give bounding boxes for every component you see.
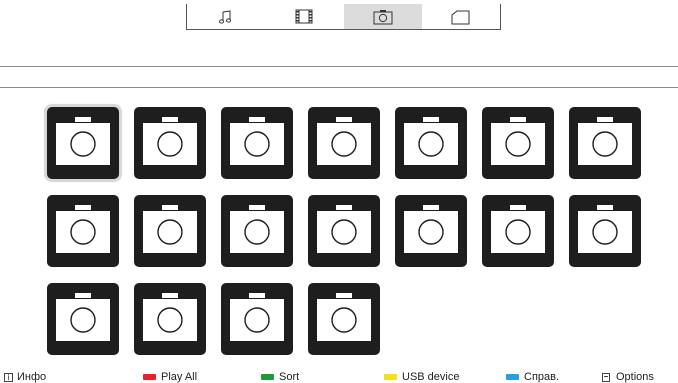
legend-green[interactable]: Sort — [261, 371, 299, 383]
legend-options[interactable]: Options — [602, 371, 654, 383]
divider-bottom — [0, 87, 678, 88]
legend-blue-label: Справ. — [524, 371, 560, 383]
photo-thumbnail[interactable] — [134, 195, 206, 267]
camera-icon — [317, 117, 371, 165]
legend-green-label: Sort — [279, 371, 300, 383]
camera-icon — [317, 205, 371, 253]
photo-thumbnail[interactable] — [395, 107, 467, 179]
yellow-key-swatch — [384, 374, 397, 380]
options-icon — [602, 372, 610, 382]
photo-thumbnail[interactable] — [221, 283, 293, 355]
legend-yellow[interactable]: USB device — [384, 371, 459, 383]
camera-icon — [230, 205, 284, 253]
folder-icon — [451, 10, 470, 24]
photo-thumbnail[interactable] — [47, 283, 119, 355]
camera-icon — [578, 205, 632, 253]
music-note-icon — [219, 9, 232, 24]
tab-folder[interactable] — [422, 4, 500, 29]
camera-icon — [578, 117, 632, 165]
camera-icon — [143, 293, 197, 341]
camera-icon — [373, 9, 393, 24]
camera-icon — [230, 293, 284, 341]
legend-info[interactable]: i Инфо — [4, 371, 46, 383]
photo-thumbnail[interactable] — [134, 107, 206, 179]
green-key-swatch — [261, 374, 274, 380]
tab-music[interactable] — [187, 4, 265, 29]
photo-thumbnail[interactable] — [308, 283, 380, 355]
blue-key-swatch — [506, 374, 519, 380]
legend-info-label: Инфо — [17, 371, 47, 383]
camera-icon — [491, 205, 545, 253]
legend-red[interactable]: Play All — [143, 371, 197, 383]
divider-top — [0, 66, 678, 67]
camera-icon — [404, 205, 458, 253]
photo-thumbnail[interactable] — [44, 104, 122, 182]
photo-thumbnail[interactable] — [221, 195, 293, 267]
media-type-tabs — [186, 4, 501, 30]
key-legend: i Инфо Play All Sort USB device Справ. O… — [0, 371, 678, 383]
photo-thumbnail[interactable] — [569, 107, 641, 179]
photo-thumbnail[interactable] — [482, 107, 554, 179]
camera-icon — [56, 117, 110, 165]
photo-thumbnail[interactable] — [569, 195, 641, 267]
photo-thumbnail[interactable] — [221, 107, 293, 179]
camera-icon — [404, 117, 458, 165]
photo-thumbnail[interactable] — [308, 107, 380, 179]
camera-icon — [56, 205, 110, 253]
tab-photo[interactable] — [343, 4, 422, 29]
photo-thumbnail[interactable] — [482, 195, 554, 267]
photo-thumbnail[interactable] — [47, 195, 119, 267]
legend-yellow-label: USB device — [402, 371, 460, 383]
camera-icon — [230, 117, 284, 165]
info-icon: i — [4, 372, 13, 382]
photo-thumbnail[interactable] — [308, 195, 380, 267]
legend-blue[interactable]: Справ. — [506, 371, 559, 383]
tab-video[interactable] — [265, 4, 343, 29]
camera-icon — [143, 205, 197, 253]
photo-thumbnail[interactable] — [134, 283, 206, 355]
film-icon — [295, 9, 313, 24]
photo-thumbnail[interactable] — [395, 195, 467, 267]
legend-options-label: Options — [616, 371, 654, 383]
camera-icon — [317, 293, 371, 341]
camera-icon — [56, 293, 110, 341]
camera-icon — [491, 117, 545, 165]
legend-red-label: Play All — [161, 371, 198, 383]
photo-grid — [44, 104, 641, 355]
red-key-swatch — [143, 374, 156, 380]
camera-icon — [143, 117, 197, 165]
